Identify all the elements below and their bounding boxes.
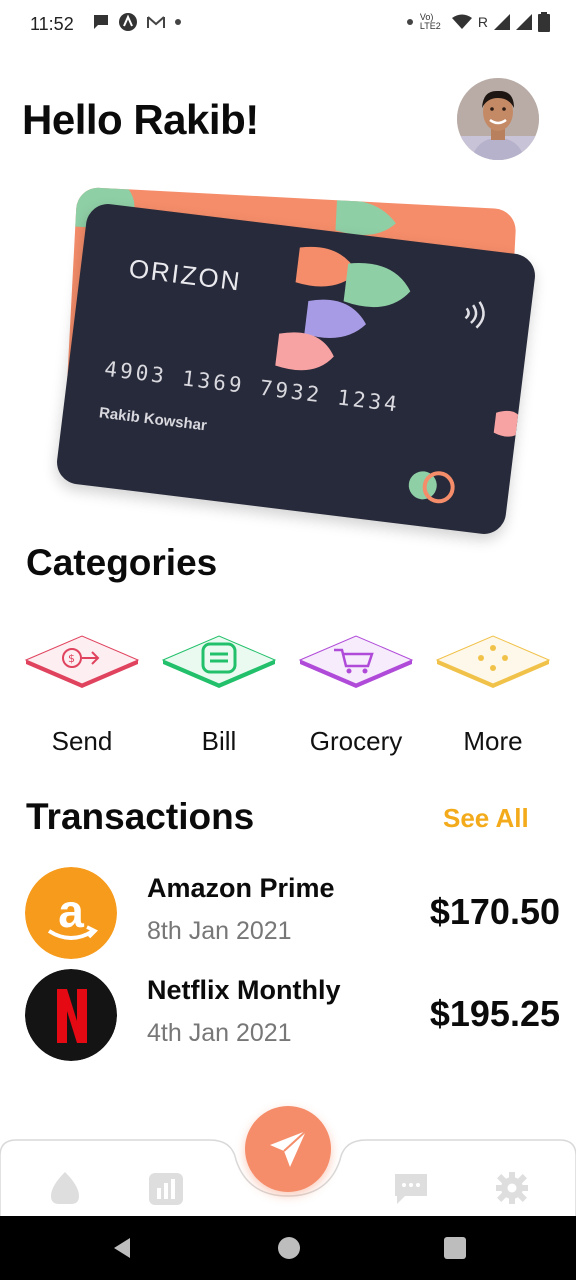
wifi-icon (451, 14, 472, 29)
category-send[interactable]: $ Send (22, 630, 142, 760)
credit-card[interactable]: ORIZON 4903 1369 7932 1234 Rakib Kowshar (54, 201, 538, 537)
status-time: 11:52 (30, 14, 74, 34)
cart-icon (298, 635, 414, 688)
avatar[interactable] (457, 78, 539, 160)
transaction-date: 8th Jan 2021 (147, 917, 292, 945)
send-fab-button[interactable] (245, 1106, 331, 1192)
amazon-logo: a (25, 867, 117, 959)
recents-icon[interactable] (443, 1236, 467, 1260)
contactless-icon (464, 301, 485, 329)
transaction-amount: $170.50 (429, 891, 560, 932)
category-label: Grocery (309, 726, 403, 756)
more-dots-icon (435, 635, 551, 688)
category-more[interactable]: More (433, 630, 553, 760)
svg-text:$: $ (68, 652, 75, 665)
transactions-heading: Transactions (26, 796, 255, 837)
system-icons: Vo) LTE2 R (406, 12, 550, 32)
transaction-amount: $195.25 (429, 993, 560, 1034)
battery-icon (538, 12, 550, 32)
home-button-icon[interactable] (277, 1236, 301, 1260)
transaction-row[interactable]: Netflix Monthly 4th Jan 2021 $195.25 (25, 969, 560, 1061)
signal-icon-2 (516, 14, 532, 30)
volte-badge: Vo) LTE2 (419, 12, 441, 31)
notification-icons (92, 12, 182, 32)
cards-stack[interactable]: ORIZON 4903 1369 7932 1234 Rakib Kowshar (40, 180, 540, 540)
category-label: Bill (201, 726, 237, 756)
transaction-date: 4th Jan 2021 (147, 1019, 292, 1047)
categories-heading: Categories (26, 542, 218, 583)
transaction-name: Amazon Prime (147, 873, 335, 903)
card-network-logo (408, 471, 455, 504)
system-navigation-bar (0, 1216, 576, 1280)
avatar-photo (457, 78, 539, 160)
app-notification-icon (119, 13, 137, 31)
bottom-nav (0, 1106, 576, 1218)
chat-icon[interactable] (393, 1170, 429, 1206)
roaming-indicator: R (477, 14, 488, 30)
status-bar: 11:52 Vo) LTE2 R (0, 0, 576, 50)
gmail-icon (147, 16, 165, 28)
signal-icon (494, 14, 510, 30)
message-icon (94, 15, 108, 29)
category-bill[interactable]: Bill (159, 630, 279, 760)
netflix-logo (25, 969, 117, 1061)
category-grocery[interactable]: Grocery (296, 630, 416, 760)
settings-icon[interactable] (494, 1170, 530, 1206)
home-icon[interactable] (47, 1170, 83, 1206)
transaction-name: Netflix Monthly (147, 975, 341, 1005)
bill-icon (161, 635, 277, 688)
back-icon[interactable] (110, 1236, 134, 1260)
category-label: More (463, 726, 523, 756)
see-all-link[interactable]: See All (443, 803, 529, 834)
transaction-row[interactable]: a Amazon Prime 8th Jan 2021 $170.50 (25, 867, 560, 959)
stats-icon[interactable] (148, 1170, 184, 1206)
dot-icon (406, 19, 413, 25)
paper-plane-icon (270, 1130, 307, 1167)
send-money-icon: $ (24, 635, 140, 688)
svg-text:a: a (58, 885, 84, 937)
category-label: Send (51, 726, 113, 756)
greeting-title: Hello Rakib! (22, 96, 259, 143)
dot-icon (175, 19, 181, 25)
